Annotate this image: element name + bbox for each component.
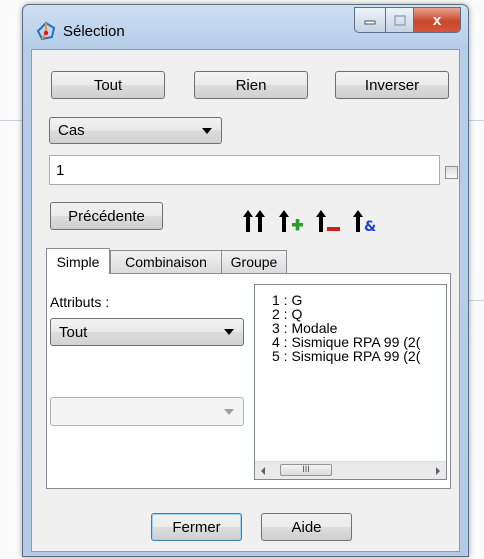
scroll-left-icon[interactable] xyxy=(261,467,265,475)
selection-list-input[interactable]: 1 xyxy=(49,155,440,185)
tab-panel-simple: Attributs : Tout 1 : G 2 : Q 3 : Modale … xyxy=(46,273,451,489)
list-item[interactable]: 3 : Modale xyxy=(272,321,337,335)
maximize-icon xyxy=(393,14,406,26)
selection-type-value: Cas xyxy=(58,122,85,139)
background-divider xyxy=(467,300,484,301)
previous-label: Précédente xyxy=(68,207,145,225)
close-label: Fermer xyxy=(172,518,221,536)
close-window-button[interactable]: x xyxy=(414,7,461,33)
selection-dialog: Sélection x Tout Rien Inverser Cas 1 Pré… xyxy=(22,4,469,557)
list-item[interactable]: 1 : G xyxy=(272,293,302,307)
select-none-label: Rien xyxy=(235,76,267,94)
chevron-down-icon xyxy=(224,408,234,415)
svg-text:&: & xyxy=(364,219,376,234)
select-all-label: Tout xyxy=(93,76,123,94)
close-button[interactable]: Fermer xyxy=(151,513,242,541)
secondary-attribute-dropdown[interactable] xyxy=(50,397,244,426)
select-all-button[interactable]: Tout xyxy=(51,71,165,99)
attributes-dropdown[interactable]: Tout xyxy=(50,318,244,346)
tab-combinaison[interactable]: Combinaison xyxy=(110,250,222,273)
background-divider xyxy=(467,120,484,121)
tab-combinaison-label: Combinaison xyxy=(125,254,207,270)
minimize-button[interactable] xyxy=(354,7,386,33)
selection-list-value: 1 xyxy=(56,161,65,179)
tab-simple-label: Simple xyxy=(56,253,100,270)
chevron-down-icon xyxy=(224,329,234,335)
up-arrow-plus-icon[interactable] xyxy=(278,208,304,234)
list-item[interactable]: 4 : Sismique RPA 99 (2( xyxy=(272,335,420,349)
load-case-list[interactable]: 1 : G 2 : Q 3 : Modale 4 : Sismique RPA … xyxy=(254,284,447,480)
scroll-thumb[interactable]: III xyxy=(280,464,332,476)
previous-button[interactable]: Précédente xyxy=(50,202,163,230)
minimize-icon xyxy=(364,20,376,25)
selection-checkbox[interactable] xyxy=(445,166,458,179)
horizontal-scrollbar[interactable]: III xyxy=(255,461,446,479)
help-label: Aide xyxy=(291,518,322,536)
chevron-down-icon xyxy=(202,127,212,134)
attributes-value: Tout xyxy=(59,323,88,341)
list-item[interactable]: 5 : Sismique RPA 99 (2( xyxy=(272,349,420,363)
invert-selection-button[interactable]: Inverser xyxy=(335,71,449,99)
invert-selection-label: Inverser xyxy=(364,76,420,94)
double-up-arrow-icon[interactable] xyxy=(241,208,267,234)
attributes-label: Attributs : xyxy=(50,294,110,310)
tab-groupe-label: Groupe xyxy=(230,254,278,270)
tab-simple[interactable]: Simple xyxy=(46,248,110,274)
tab-groupe[interactable]: Groupe xyxy=(221,250,287,273)
selection-app-icon xyxy=(36,21,56,41)
help-button[interactable]: Aide xyxy=(261,513,352,541)
dialog-client-area: Tout Rien Inverser Cas 1 Précédente & Si… xyxy=(31,49,460,552)
up-arrow-minus-icon[interactable] xyxy=(315,208,341,234)
selection-type-dropdown[interactable]: Cas xyxy=(49,117,222,144)
window-title: Sélection xyxy=(63,23,125,40)
list-item[interactable]: 2 : Q xyxy=(272,307,302,321)
up-arrow-and-icon[interactable]: & xyxy=(352,208,378,234)
title-bar[interactable]: Sélection x xyxy=(23,5,468,49)
maximize-button[interactable] xyxy=(386,7,414,33)
background-divider xyxy=(0,120,22,121)
caption-buttons: x xyxy=(354,7,461,33)
select-none-button[interactable]: Rien xyxy=(194,71,308,99)
close-icon: x xyxy=(432,11,442,29)
scroll-right-icon[interactable] xyxy=(436,467,440,475)
